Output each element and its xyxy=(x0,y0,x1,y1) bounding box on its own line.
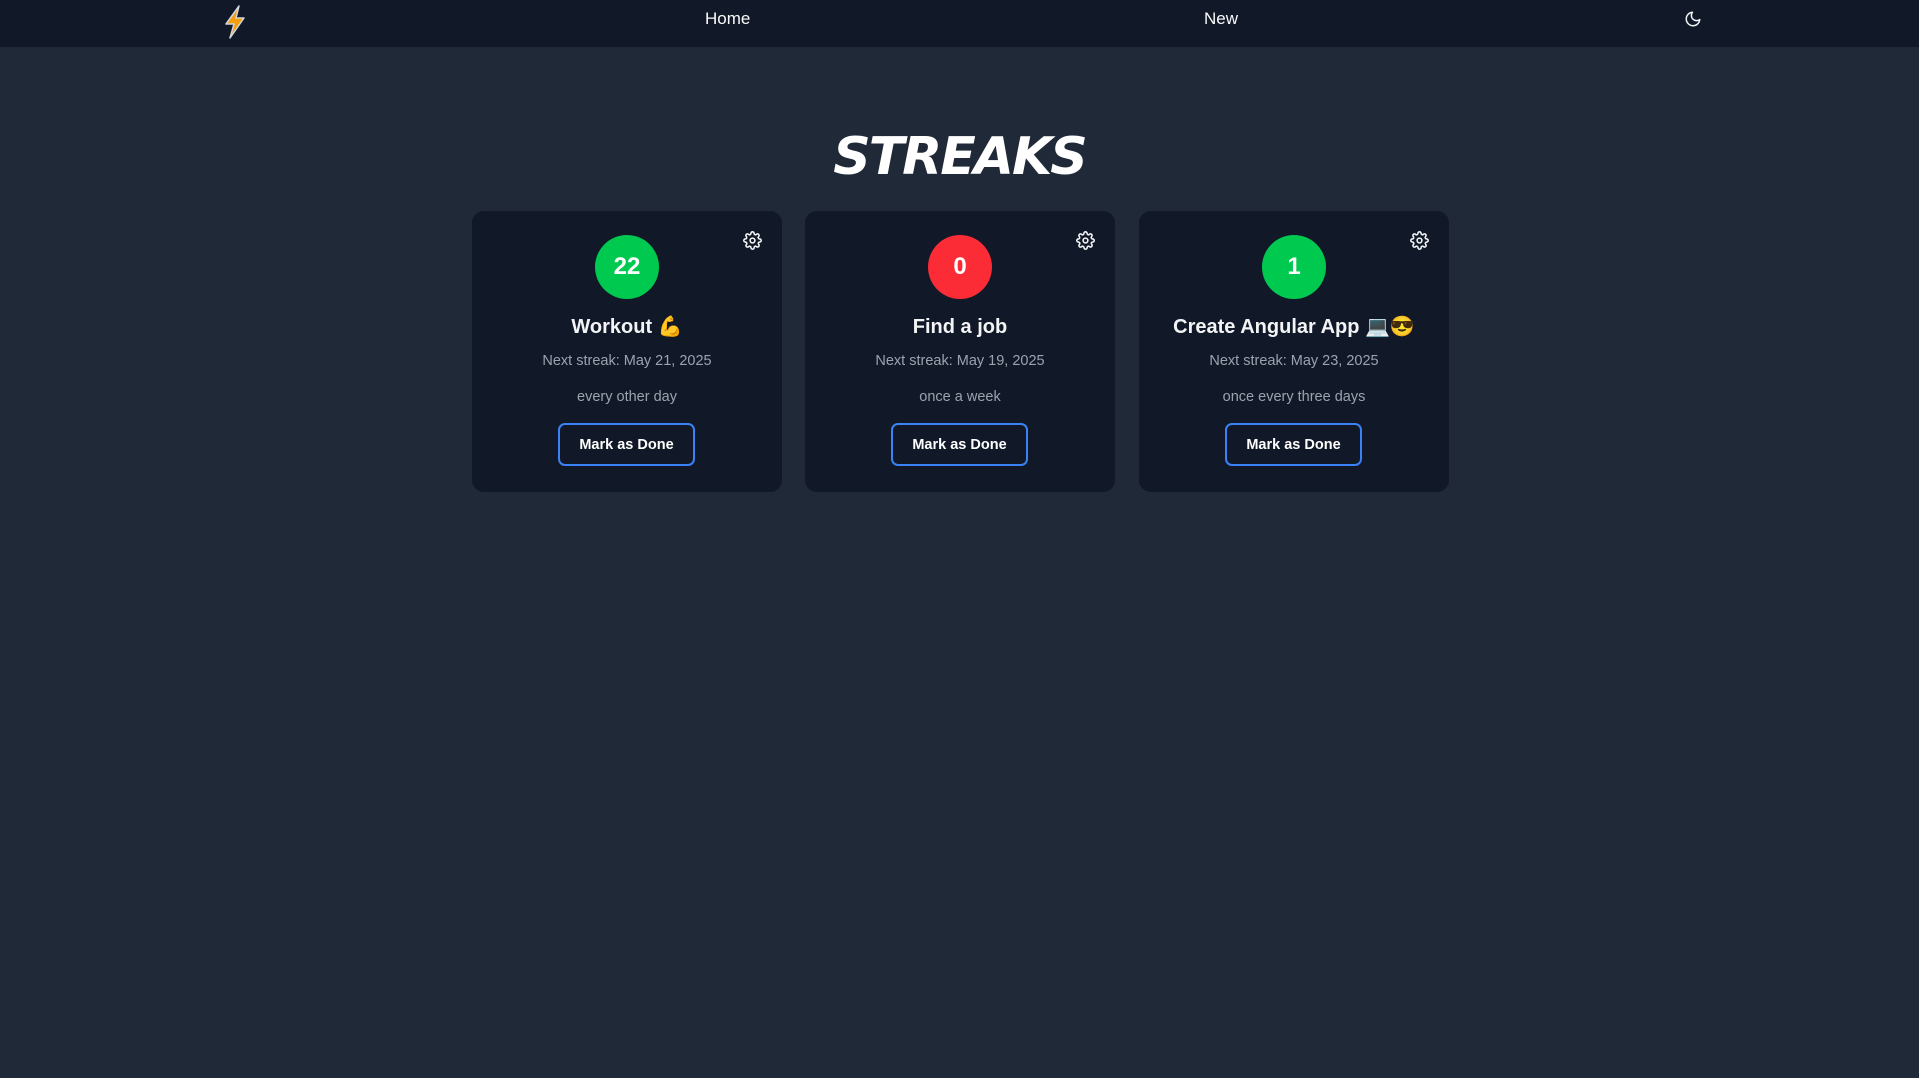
gear-icon[interactable] xyxy=(743,231,762,250)
next-streak-date: Next streak: May 21, 2025 xyxy=(542,353,712,369)
habit-name: Find a job xyxy=(912,316,1008,338)
habit-frequency: once a week xyxy=(919,389,1001,405)
streak-card: 22 Workout 💪 Next streak: May 21, 2025 e… xyxy=(472,211,782,492)
streak-count: 22 xyxy=(595,235,659,299)
gear-icon[interactable] xyxy=(1410,231,1429,250)
page-title: STREAKS xyxy=(833,127,1087,187)
nav-home-link[interactable]: Home xyxy=(705,9,750,29)
streak-count: 1 xyxy=(1262,235,1326,299)
mark-as-done-button[interactable]: Mark as Done xyxy=(891,423,1028,466)
gear-icon[interactable] xyxy=(1076,231,1095,250)
lightning-bolt-icon[interactable] xyxy=(221,4,249,40)
next-streak-date: Next streak: May 23, 2025 xyxy=(1209,353,1379,369)
mark-as-done-button[interactable]: Mark as Done xyxy=(558,423,695,466)
mark-as-done-button[interactable]: Mark as Done xyxy=(1225,423,1362,466)
streak-count: 0 xyxy=(928,235,992,299)
habit-frequency: once every three days xyxy=(1222,389,1366,405)
next-streak-date: Next streak: May 19, 2025 xyxy=(875,353,1045,369)
nav-new-link[interactable]: New xyxy=(1204,9,1238,29)
navbar: Home New xyxy=(0,0,1919,47)
streak-card: 0 Find a job Next streak: May 19, 2025 o… xyxy=(805,211,1115,492)
streak-card: 1 Create Angular App 💻😎 Next streak: May… xyxy=(1139,211,1449,492)
habit-frequency: every other day xyxy=(577,389,677,405)
habit-name: Workout 💪 xyxy=(571,316,683,338)
moon-icon[interactable] xyxy=(1684,10,1702,28)
habit-name: Create Angular App 💻😎 xyxy=(1173,316,1415,338)
